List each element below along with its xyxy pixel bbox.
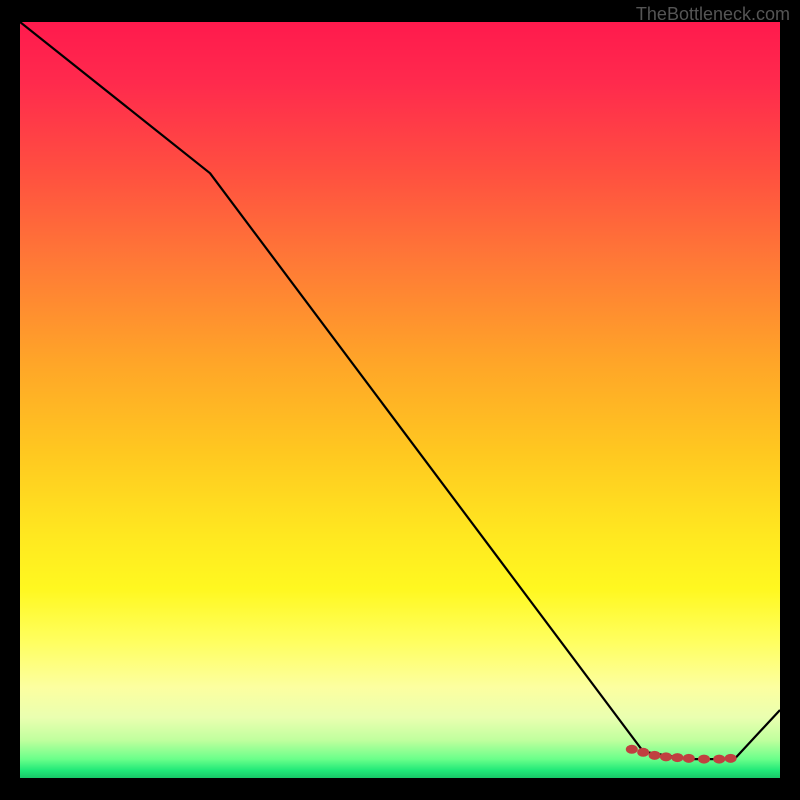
chart-svg [20, 22, 780, 778]
marker-dot [626, 745, 638, 754]
marker-dot [637, 748, 649, 757]
chart-container: TheBottleneck.com [0, 0, 800, 800]
optimal-zone-markers [626, 745, 737, 764]
marker-dot [725, 754, 737, 763]
marker-dot [683, 754, 695, 763]
marker-dot [649, 751, 661, 760]
plot-area [20, 22, 780, 778]
marker-dot [660, 752, 672, 761]
marker-dot [671, 753, 683, 762]
marker-dot [698, 755, 710, 764]
watermark-text: TheBottleneck.com [636, 4, 790, 25]
marker-dot [713, 755, 725, 764]
bottleneck-curve-line [20, 22, 780, 759]
